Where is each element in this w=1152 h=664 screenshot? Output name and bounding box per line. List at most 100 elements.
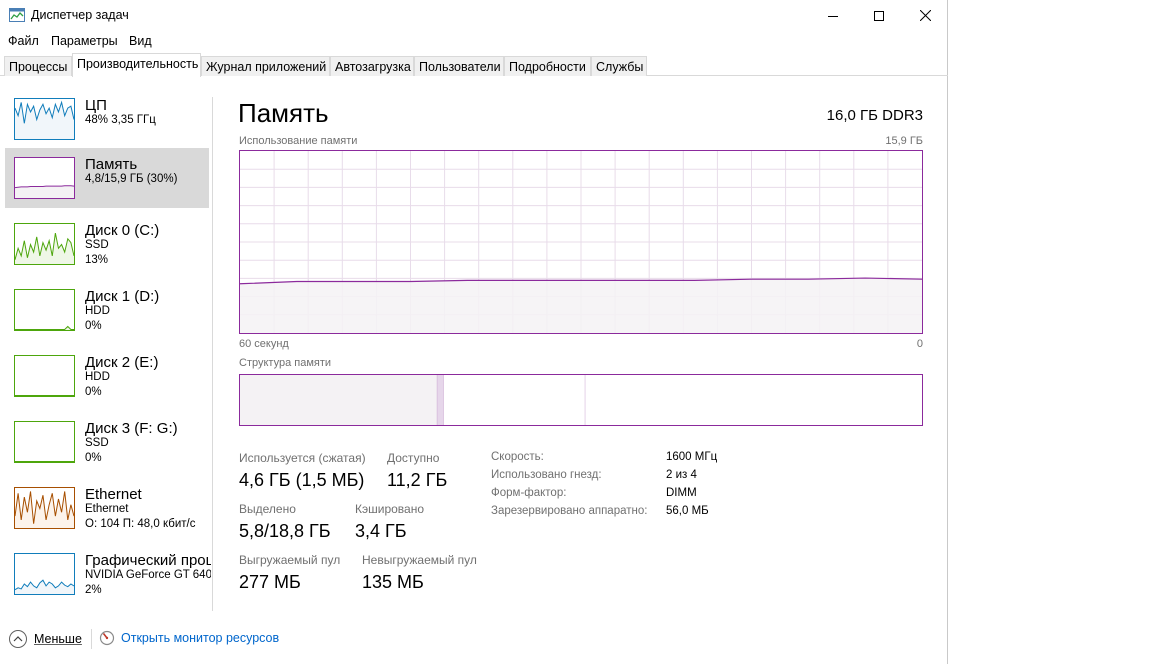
- thumbnail-chart: [15, 232, 74, 264]
- memory-usage-chart: [239, 151, 923, 333]
- paged-pool-label: Выгружаемый пул: [239, 553, 341, 567]
- tab-bar: Процессы Производительность Журнал прило…: [0, 53, 948, 77]
- minimize-button[interactable]: [810, 0, 856, 31]
- sidebar-item-detail: HDD: [85, 371, 110, 383]
- cached-value: 3,4 ГБ: [355, 521, 407, 541]
- usage-graph-max: 15,9 ГБ: [885, 135, 923, 147]
- tab-startup[interactable]: Автозагрузка: [330, 56, 414, 76]
- slots-value: 2 из 4: [666, 469, 697, 481]
- sidebar-thumbnail-graph: [14, 98, 75, 140]
- menu-file[interactable]: Файл: [8, 34, 39, 48]
- task-manager-app-icon: [9, 8, 25, 22]
- menu-bar: Файл Параметры Вид: [0, 31, 948, 51]
- maximize-icon: [874, 10, 884, 21]
- footer: Меньше Открыть монитор ресурсов: [0, 625, 948, 653]
- tab-services[interactable]: Службы: [591, 56, 647, 76]
- sidebar-item-disk-2[interactable]: Диск 2 (E:) HDD 0%: [5, 346, 209, 406]
- tab-performance[interactable]: Производительность: [72, 53, 201, 77]
- thumbnail-chart: [15, 491, 74, 528]
- in-use-label: Используется (сжатая): [239, 451, 366, 465]
- memory-spec: 16,0 ГБ DDR3: [826, 107, 923, 124]
- composition-segment-free: [585, 375, 922, 425]
- sidebar-item-detail: NVIDIA GeForce GT 640: [85, 569, 211, 581]
- graph-time-left: 60 секунд: [239, 338, 289, 350]
- resource-sidebar: ЦП 48% 3,35 ГГц Память 4,8/15,9 ГБ (30%) Дис…: [0, 77, 213, 617]
- sidebar-thumbnail-graph: [14, 355, 75, 397]
- thumbnail-chart: [15, 461, 74, 462]
- menu-options[interactable]: Параметры: [51, 34, 118, 48]
- available-value: 11,2 ГБ: [387, 470, 448, 490]
- chevron-up-icon: [9, 630, 27, 648]
- maximize-button[interactable]: [856, 0, 902, 31]
- task-manager-window: Диспетчер задач Файл Параметры Вид Проце…: [0, 0, 948, 664]
- composition-label: Структура памяти: [239, 357, 332, 369]
- sidebar-item-title: Диск 1 (D:): [85, 288, 160, 305]
- speed-value: 1600 МГц: [666, 451, 718, 463]
- sidebar-item-detail: 13%: [85, 254, 109, 266]
- sidebar-item-detail: HDD: [85, 305, 110, 317]
- sidebar-item-disk-0[interactable]: Диск 0 (C:) SSD 13%: [5, 214, 209, 274]
- fewer-details-label: Меньше: [34, 632, 82, 646]
- close-button[interactable]: [902, 0, 948, 31]
- composition-segment-in-use: [240, 375, 438, 425]
- sidebar-thumbnail-graph: [14, 421, 75, 463]
- memory-panel: Память 16,0 ГБ DDR3 Использование памяти…: [238, 90, 928, 610]
- memory-usage-graph: [239, 150, 923, 334]
- fewer-details-button[interactable]: Меньше: [9, 630, 82, 648]
- sidebar-item-cpu[interactable]: ЦП 48% 3,35 ГГц: [5, 89, 209, 149]
- sidebar-item-detail: О: 104 П: 48,0 кбит/с: [85, 518, 196, 530]
- window-title: Диспетчер задач: [31, 8, 129, 22]
- sidebar-item-title: Память: [85, 156, 138, 173]
- open-resource-monitor-link[interactable]: Открыть монитор ресурсов: [99, 630, 279, 646]
- sidebar-item-detail: 4,8/15,9 ГБ (30%): [85, 173, 178, 185]
- thumbnail-chart: [15, 100, 74, 139]
- in-use-value: 4,6 ГБ (1,5 МБ): [239, 470, 365, 490]
- tab-app-history[interactable]: Журнал приложений: [201, 56, 330, 76]
- form-factor-label: Форм-фактор:: [491, 487, 567, 499]
- memory-usage-area: [240, 278, 922, 333]
- committed-label: Выделено: [239, 502, 296, 516]
- sidebar-item-gpu-0[interactable]: Графический процессор 0NVIDIA GeForce GT…: [5, 544, 211, 604]
- sidebar-item-detail: 0%: [85, 320, 102, 332]
- thumbnail-chart: [15, 325, 74, 330]
- title-bar[interactable]: Диспетчер задач: [0, 0, 948, 31]
- memory-composition-bar: [239, 374, 923, 426]
- tab-details[interactable]: Подробности: [504, 56, 591, 76]
- sidebar-thumbnail-graph: [14, 289, 75, 331]
- close-icon: [919, 10, 931, 21]
- minimize-icon: [828, 15, 838, 17]
- footer-separator: [91, 629, 92, 649]
- menu-view[interactable]: Вид: [129, 34, 152, 48]
- thumbnail-chart: [15, 185, 74, 198]
- sidebar-item-detail: 0%: [85, 386, 102, 398]
- tab-users[interactable]: Пользователи: [414, 56, 504, 76]
- cached-label: Кэшировано: [355, 502, 425, 516]
- sidebar-item-title: Диск 0 (C:): [85, 222, 160, 239]
- tab-processes[interactable]: Процессы: [4, 56, 72, 76]
- paged-pool-value: 277 МБ: [239, 572, 301, 592]
- sidebar-divider: [212, 97, 213, 611]
- sidebar-item-disk-3[interactable]: Диск 3 (F: G:) SSD 0%: [5, 412, 209, 472]
- sidebar-thumbnail-graph: [14, 157, 75, 199]
- sidebar-item-ethernet[interactable]: Ethernet Ethernet О: 104 П: 48,0 кбит/с: [5, 478, 209, 538]
- available-label: Доступно: [387, 451, 440, 465]
- open-resource-monitor-label: Открыть монитор ресурсов: [121, 631, 280, 645]
- usage-graph-label: Использование памяти: [239, 135, 358, 147]
- sidebar-item-disk-1[interactable]: Диск 1 (D:) HDD 0%: [5, 280, 209, 340]
- nonpaged-pool-label: Невыгружаемый пул: [362, 553, 477, 567]
- sidebar-item-title: Графический процессор 0: [85, 552, 211, 569]
- slots-label: Использовано гнезд:: [491, 469, 602, 481]
- resource-monitor-icon: [99, 630, 115, 646]
- sidebar-thumbnail-graph: [14, 223, 75, 265]
- hardware-reserved-label: Зарезервировано аппаратно:: [491, 505, 648, 517]
- form-factor-value: DIMM: [666, 487, 697, 499]
- sidebar-item-title: Диск 2 (E:): [85, 354, 159, 371]
- hardware-reserved-value: 56,0 МБ: [666, 505, 709, 517]
- sidebar-item-detail: 0%: [85, 452, 102, 464]
- memory-composition-chart: [240, 375, 922, 425]
- sidebar-item-title: Диск 3 (F: G:): [85, 420, 178, 437]
- committed-value: 5,8/18,8 ГБ: [239, 521, 331, 541]
- page-title: Память: [238, 98, 329, 128]
- sidebar-item-title: Ethernet: [85, 486, 142, 503]
- sidebar-item-memory[interactable]: Память 4,8/15,9 ГБ (30%): [5, 148, 209, 208]
